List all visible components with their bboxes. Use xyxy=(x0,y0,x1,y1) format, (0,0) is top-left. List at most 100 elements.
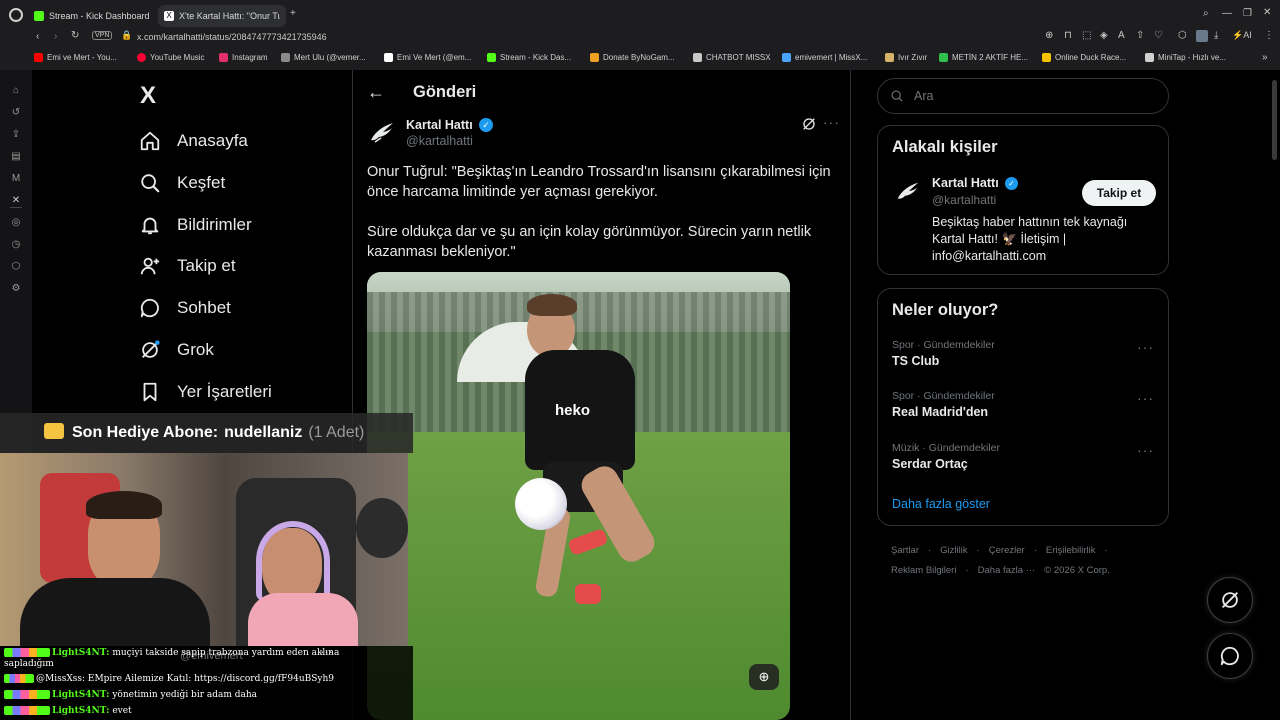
snapshot-icon[interactable]: ⬚ xyxy=(1082,30,1091,41)
address-bar[interactable]: x.com/kartalhatti/status/208474777342173… xyxy=(137,30,1237,44)
mail-icon[interactable]: M xyxy=(10,173,22,185)
nav-grok[interactable]: Grok xyxy=(139,335,214,365)
heart-icon[interactable]: ♡ xyxy=(1154,30,1163,41)
flow-icon[interactable]: ⇪ xyxy=(10,129,22,141)
nav-notifications[interactable]: Bildirimler xyxy=(139,210,252,240)
x-logo[interactable]: X xyxy=(140,82,156,110)
bookmark-label: YouTube Music xyxy=(150,53,205,62)
search-tabs-icon[interactable]: ⌕ xyxy=(1203,8,1209,19)
trend-more-icon[interactable]: ··· xyxy=(1137,442,1154,458)
nav-bookmarks[interactable]: Yer İşaretleri xyxy=(139,377,272,407)
close-window-icon[interactable]: ✕ xyxy=(1263,7,1271,18)
vpn-badge[interactable]: VPN xyxy=(92,31,113,40)
shield-icon[interactable]: ◈ xyxy=(1100,30,1108,41)
scrollbar[interactable] xyxy=(1272,80,1277,160)
suggested-name[interactable]: Kartal Hattı xyxy=(932,176,999,190)
chat-text: muçiyi takside sapip trabzona yardım ede… xyxy=(112,648,340,658)
nav-explore[interactable]: Keşfet xyxy=(139,168,225,198)
footer-link[interactable]: Erişilebilirlik xyxy=(1046,545,1096,556)
author-name[interactable]: Kartal Hattı xyxy=(406,118,473,132)
bookmark-label: Online Duck Race... xyxy=(1055,53,1127,62)
bookmark-page-icon[interactable]: ⊓ xyxy=(1064,30,1072,41)
avatar[interactable] xyxy=(367,118,397,148)
nav-home[interactable]: Anasayfa xyxy=(139,126,248,156)
extensions-icon[interactable]: ⬡ xyxy=(1178,30,1187,41)
footer-link[interactable]: Daha fazla ··· xyxy=(978,565,1036,576)
new-tab-button[interactable]: + xyxy=(290,8,296,19)
author-handle[interactable]: @kartalhatti xyxy=(406,134,473,148)
settings-icon[interactable]: ⚙ xyxy=(10,283,22,295)
back-arrow-icon[interactable]: ← xyxy=(367,82,385,103)
tweet-image[interactable]: heko ⊕ xyxy=(367,272,790,720)
menu-icon[interactable]: ⋮ xyxy=(1264,30,1274,41)
tab-x-post[interactable]: X X'te Kartal Hattı: "Onur Tuğ xyxy=(158,5,286,27)
wallet-icon[interactable]: ▤ xyxy=(10,151,22,163)
trend-item[interactable]: Spor · Gündemdekiler Real Madrid'den xyxy=(892,390,1152,419)
bookmark-icon xyxy=(143,382,157,402)
bookmark-item[interactable]: CHATBOT MISSX xyxy=(693,53,771,62)
bookmark-item[interactable]: Online Duck Race... xyxy=(1042,53,1126,62)
zoom-icon[interactable]: ⊕ xyxy=(1045,30,1053,41)
messages-fab-button[interactable] xyxy=(1207,633,1253,679)
nav-chat[interactable]: Sohbet xyxy=(139,293,231,323)
footer-link[interactable]: Çerezler xyxy=(989,545,1025,556)
bookmark-item[interactable]: METİN 2 AKTİF HE... xyxy=(939,53,1028,62)
trend-item[interactable]: Müzik · Gündemdekiler Serdar Ortaç xyxy=(892,442,1152,471)
share-icon[interactable]: ⇧ xyxy=(1136,30,1144,41)
avatar[interactable] xyxy=(894,178,922,206)
extension-e-icon[interactable] xyxy=(1196,30,1208,42)
trend-item[interactable]: Spor · Gündemdekiler TS Club xyxy=(892,339,1152,368)
download-icon[interactable]: ⤓ xyxy=(1214,30,1218,41)
gamepad-icon[interactable]: ⌂ xyxy=(10,85,22,97)
bookmark-item[interactable]: Ivır Zıvır xyxy=(885,53,927,62)
bookmark-item[interactable]: Emi Ve Mert (@em... xyxy=(384,53,471,62)
trend-more-icon[interactable]: ··· xyxy=(1137,339,1154,355)
image-edit-icon[interactable]: ⊕ xyxy=(749,664,779,690)
bookmark-item[interactable]: Emi ve Mert - You... xyxy=(34,53,117,62)
trend-more-icon[interactable]: ··· xyxy=(1137,390,1154,406)
reload-icon[interactable]: ↻ xyxy=(71,30,79,41)
bookmark-item[interactable]: emivemert | MissX... xyxy=(782,53,867,62)
opera-logo-icon[interactable] xyxy=(9,8,23,22)
minimize-icon[interactable]: — xyxy=(1222,8,1232,19)
bookmark-label: Stream - Kick Das... xyxy=(500,53,572,62)
bookmark-item[interactable]: Instagram xyxy=(219,53,268,62)
grok-explain-icon[interactable] xyxy=(801,116,817,132)
follow-button[interactable]: Takip et xyxy=(1082,180,1156,206)
bookmark-item[interactable]: YouTube Music xyxy=(137,53,205,62)
target-icon[interactable]: ◎ xyxy=(10,217,22,229)
forward-icon[interactable]: › xyxy=(54,31,57,42)
restore-icon[interactable]: ❐ xyxy=(1243,8,1252,19)
extensions-sidebar-icon[interactable]: ⬡ xyxy=(10,261,22,273)
footer-links-row1: Şartlar · Gizlilik · Çerezler · Erişilebili… xyxy=(891,545,1108,556)
back-icon[interactable]: ‹ xyxy=(36,31,39,42)
footer-link[interactable]: Gizlilik xyxy=(940,545,967,556)
bookmark-item[interactable]: Donate ByNoGam... xyxy=(590,53,675,62)
footer-link[interactable]: Reklam Bilgileri xyxy=(891,565,956,576)
show-more-link[interactable]: Daha fazla göster xyxy=(892,497,990,511)
trend-name: TS Club xyxy=(892,354,940,368)
chat-message-cont: sapladığım xyxy=(4,659,54,669)
footer-links-row2: Reklam Bilgileri · Daha fazla ··· © 2026 … xyxy=(891,565,1110,576)
suggested-bio: Beşiktaş haber hattının tek kaynağı Kart… xyxy=(932,215,1128,263)
tab-kick-dashboard[interactable]: Stream - Kick Dashboard xyxy=(28,5,156,27)
footer-link[interactable]: Şartlar xyxy=(891,545,919,556)
translate-icon[interactable]: A xyxy=(1118,30,1125,41)
more-bookmarks-icon[interactable]: » xyxy=(1262,52,1268,63)
bookmark-item[interactable]: Mert Ulu (@vemer... xyxy=(281,53,366,62)
x-sidebar-icon[interactable]: ✕ xyxy=(10,195,22,207)
suggested-handle[interactable]: @kartalhatti xyxy=(932,193,996,207)
bookmark-item[interactable]: Stream - Kick Das... xyxy=(487,53,571,62)
chat-badges-icon xyxy=(4,648,50,657)
more-options-icon[interactable]: ··· xyxy=(823,114,840,130)
history-icon[interactable]: ◷ xyxy=(10,239,22,251)
refresh-sidebar-icon[interactable]: ↺ xyxy=(10,107,22,119)
bookmark-item[interactable]: MiniTap - Hızlı ve... xyxy=(1145,53,1226,62)
bookmark-label: CHATBOT MISSX xyxy=(706,53,771,62)
grok-fab-button[interactable] xyxy=(1207,577,1253,623)
ai-icon[interactable]: ⚡AI xyxy=(1232,30,1252,41)
search-input[interactable]: Ara xyxy=(877,78,1169,114)
nav-follow[interactable]: Takip et xyxy=(139,251,236,281)
verified-badge-icon: ✓ xyxy=(1005,177,1018,190)
chat-username: LightS4NT: xyxy=(52,648,110,658)
